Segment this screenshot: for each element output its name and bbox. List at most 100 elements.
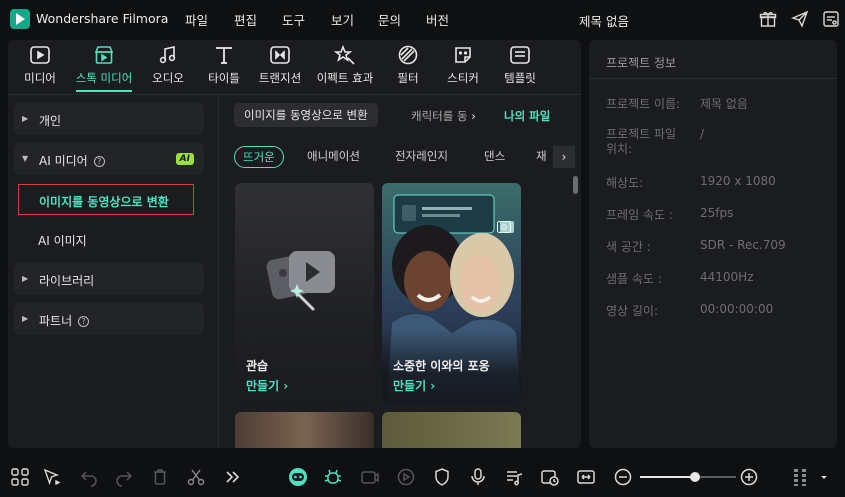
audio-icon — [159, 46, 176, 64]
audio-track-icon[interactable] — [504, 467, 524, 487]
sidebar-item-personal[interactable]: ▶ 개인 — [14, 103, 204, 135]
zoom-slider-fill — [640, 476, 695, 478]
scissors-icon[interactable] — [186, 467, 206, 487]
window-menu-icon[interactable] — [822, 10, 840, 28]
tab-media[interactable]: 미디어 — [20, 44, 60, 86]
tab-effects[interactable]: 이펙트 효과 — [312, 44, 378, 86]
divider — [589, 78, 837, 79]
chevron-down-icon: ▼ — [22, 154, 29, 163]
tab-stickers[interactable]: 스티커 — [443, 44, 483, 86]
tab-my-files[interactable]: 나의 파일 — [504, 108, 550, 124]
project-name-label: 프로젝트 이름: — [606, 97, 681, 111]
chip-dance[interactable]: 댄스 — [484, 148, 505, 164]
sidebar-item-image-to-video[interactable]: 이미지를 동영상으로 변환 — [18, 184, 194, 215]
tab-audio[interactable]: 오디오 — [148, 44, 188, 86]
microphone-icon[interactable] — [468, 467, 488, 487]
media-timer-icon[interactable] — [540, 467, 560, 487]
tab-image-to-video[interactable]: 이미지를 동영상으로 변환 — [234, 103, 378, 127]
sample-rate-value: 44100Hz — [700, 270, 754, 284]
delete-icon[interactable] — [150, 467, 170, 487]
make-button[interactable]: 만들기 › — [393, 377, 435, 394]
filter-icon — [398, 45, 418, 65]
chips-next-button[interactable]: › — [553, 146, 575, 168]
menu-version[interactable]: 버전 — [426, 10, 449, 29]
sidebar-item-partner[interactable]: ▶ 파트너? — [14, 303, 204, 335]
menu-tools[interactable]: 도구 — [282, 10, 305, 29]
chevron-right-icon: ▶ — [22, 314, 29, 323]
zoom-out-icon[interactable] — [613, 467, 633, 487]
resolution-label: 해상도: — [606, 176, 644, 190]
sidebar-item-label: 파트너 — [39, 314, 73, 328]
menu-view[interactable]: 보기 — [331, 10, 354, 29]
sidebar-item-ai-media[interactable]: ▼ AI 미디어? AI — [14, 143, 204, 175]
image-to-video-icon — [266, 251, 335, 311]
template-card[interactable] — [382, 412, 521, 448]
sample-rate-label: 샘플 속도 : — [606, 272, 662, 286]
chip-animation[interactable]: 애니메이션 — [307, 148, 360, 164]
send-feedback-icon[interactable] — [791, 10, 809, 28]
menu-help[interactable]: 문의 — [378, 10, 401, 29]
project-info-title: 프로젝트 정보 — [606, 56, 677, 70]
menu-file[interactable]: 파일 — [185, 10, 208, 29]
media-icon — [30, 46, 50, 64]
more-tools-icon[interactable] — [223, 467, 243, 487]
effects-icon — [334, 44, 355, 65]
gift-icon[interactable] — [759, 10, 777, 28]
zoom-in-icon[interactable] — [739, 467, 759, 487]
stock-media-icon — [94, 46, 114, 64]
chip-more[interactable]: 재 — [536, 148, 552, 164]
toolbar-divider — [8, 94, 581, 95]
chevron-right-icon: › — [471, 109, 476, 123]
track-grid-icon[interactable] — [790, 467, 810, 487]
tab-stock-media[interactable]: 스톡 미디어 — [70, 44, 138, 92]
redo-icon[interactable] — [114, 467, 134, 487]
chevron-down-icon[interactable] — [818, 467, 830, 487]
card-title: 소중한 이와의 포옹 — [393, 359, 490, 373]
resolution-value: 1920 x 1080 — [700, 174, 776, 188]
project-location-value: / — [700, 127, 705, 141]
play-render-icon[interactable] — [396, 467, 416, 487]
title-icon — [216, 47, 232, 64]
menu-edit[interactable]: 편집 — [234, 10, 257, 29]
chevron-right-icon: ▶ — [22, 274, 29, 283]
help-icon[interactable]: ? — [93, 156, 105, 167]
transition-icon — [270, 46, 290, 64]
tab-filters[interactable]: 필터 — [388, 44, 428, 86]
chevron-right-icon: › — [561, 150, 567, 164]
template-card[interactable]: 관습 만들기 › — [235, 183, 374, 404]
tab-titles[interactable]: 타이틀 — [204, 44, 244, 86]
tab-templates[interactable]: 템플릿 — [499, 44, 541, 86]
sidebar-item-ai-image[interactable]: AI 이미지 — [18, 224, 194, 255]
chip-hot[interactable]: 뜨거운 — [234, 146, 284, 168]
sticker-icon — [455, 47, 471, 63]
template-card[interactable] — [235, 412, 374, 448]
zoom-slider-handle[interactable] — [689, 472, 700, 482]
ai-mascot-icon[interactable] — [288, 467, 308, 487]
fit-timeline-icon[interactable] — [576, 467, 596, 487]
ai-video-icon[interactable] — [360, 467, 380, 487]
app-name: Wondershare Filmora — [36, 11, 169, 26]
frame-rate-value: 25fps — [700, 206, 734, 220]
ai-generate-icon — [497, 221, 511, 233]
sidebar-item-library[interactable]: ▶ 라이브러리 — [14, 263, 204, 295]
help-icon[interactable]: ? — [78, 316, 90, 327]
color-space-label: 색 공간 : — [606, 240, 651, 254]
ai-bug-icon[interactable] — [323, 467, 343, 487]
card-title: 관습 — [246, 359, 269, 373]
sidebar-item-label: AI 미디어 — [39, 154, 88, 168]
chip-microwave[interactable]: 전자레인지 — [395, 148, 448, 164]
project-name-value: 제목 없음 — [700, 97, 748, 111]
select-cursor-icon[interactable] — [42, 467, 62, 487]
document-title: 제목 없음 — [579, 14, 629, 29]
layout-grid-icon[interactable] — [10, 467, 30, 487]
tab-transitions[interactable]: 트랜지션 — [254, 44, 306, 86]
template-card[interactable]: 소중한 이와의 포옹 만들기 › — [382, 183, 521, 404]
template-icon — [510, 46, 530, 64]
color-space-value: SDR - Rec.709 — [700, 238, 786, 252]
shield-mark-icon[interactable] — [432, 467, 452, 487]
undo-icon[interactable] — [79, 467, 99, 487]
tab-character[interactable]: 캐릭터를 동 › — [411, 108, 476, 124]
scrollbar[interactable] — [573, 176, 578, 194]
make-button[interactable]: 만들기 › — [246, 377, 288, 394]
chevron-right-icon: ▶ — [22, 114, 29, 123]
